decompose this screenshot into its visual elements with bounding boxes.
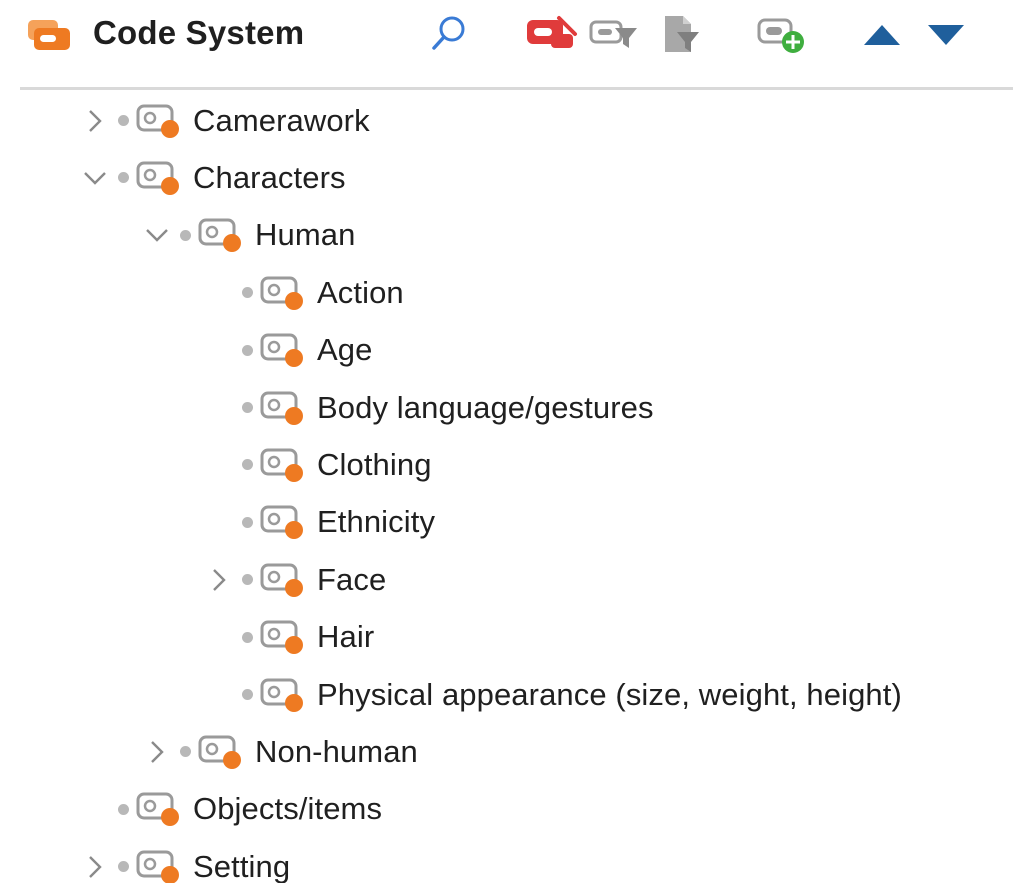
code-status-dot xyxy=(180,229,191,241)
tree-item-label: Body language/gestures xyxy=(317,389,654,425)
code-icon xyxy=(260,563,303,597)
code-status-dot xyxy=(118,861,129,873)
tree-item-objects-items[interactable]: Objects/items xyxy=(78,781,382,838)
code-icon xyxy=(136,161,179,195)
search-button[interactable] xyxy=(424,10,474,58)
tree-item-label: Characters xyxy=(193,159,346,195)
tree-item-label: Physical appearance (size, weight, heigh… xyxy=(317,676,902,712)
tree-item-label: Clothing xyxy=(317,446,432,482)
code-system-header: Code System xyxy=(0,0,1033,80)
document-filter-button[interactable] xyxy=(656,10,704,58)
code-status-dot xyxy=(118,172,129,184)
chevron-right-icon[interactable] xyxy=(140,732,174,772)
tree-item-clothing[interactable]: Clothing xyxy=(202,436,432,493)
tree-item-label: Setting xyxy=(193,848,291,883)
code-status-dot xyxy=(118,115,129,126)
code-filter-button[interactable] xyxy=(586,10,644,58)
chevron-down-icon[interactable] xyxy=(140,215,174,255)
header-divider xyxy=(20,87,1013,90)
tree-item-hair[interactable]: Hair xyxy=(202,609,374,666)
tree-item-human[interactable]: Human xyxy=(140,207,355,264)
code-icon xyxy=(136,850,179,883)
code-icon xyxy=(198,218,241,253)
chevron-right-icon[interactable] xyxy=(78,101,112,141)
code-status-dot xyxy=(242,344,253,356)
code-status-dot xyxy=(242,631,253,643)
code-status-dot xyxy=(180,746,191,758)
code-icon xyxy=(136,104,179,138)
code-status-dot xyxy=(242,287,253,299)
move-up-button[interactable] xyxy=(856,10,908,58)
chevron-down-icon[interactable] xyxy=(78,158,112,198)
tree-item-label: Face xyxy=(317,561,387,597)
move-down-button[interactable] xyxy=(920,10,972,58)
filter-document-icon xyxy=(665,16,699,52)
tree-item-label: Non-human xyxy=(255,733,418,769)
code-status-dot xyxy=(242,574,253,586)
code-icon xyxy=(260,276,303,310)
code-status-dot xyxy=(242,459,253,471)
tree-item-physical-appearance-size-weight-height[interactable]: Physical appearance (size, weight, heigh… xyxy=(202,666,902,723)
tree-item-characters[interactable]: Characters xyxy=(78,149,346,206)
new-code-button[interactable] xyxy=(754,10,812,58)
tree-item-label: Age xyxy=(317,332,373,368)
code-icon xyxy=(198,735,241,769)
code-icon xyxy=(260,620,303,655)
code-tree: Camerawork Characters Human Action Age B… xyxy=(0,92,1033,883)
triangle-down-icon xyxy=(928,25,964,45)
code-icon xyxy=(260,678,303,712)
tree-item-body-language-gestures[interactable]: Body language/gestures xyxy=(202,379,654,436)
tree-item-label: Camerawork xyxy=(193,102,370,138)
code-icon xyxy=(136,792,179,827)
code-status-dot xyxy=(242,689,253,700)
code-status-dot xyxy=(118,803,129,815)
chevron-right-icon[interactable] xyxy=(78,847,112,883)
panel-title: Code System xyxy=(93,14,305,51)
tree-item-label: Objects/items xyxy=(193,791,383,827)
triangle-up-icon xyxy=(864,25,900,45)
code-icon xyxy=(260,333,303,368)
code-status-dot xyxy=(242,516,253,528)
tree-item-ethnicity[interactable]: Ethnicity xyxy=(202,494,435,551)
tree-item-label: Human xyxy=(255,217,356,253)
tree-item-age[interactable]: Age xyxy=(202,322,372,379)
tree-item-label: Hair xyxy=(317,619,375,655)
tree-item-setting[interactable]: Setting xyxy=(78,838,290,883)
chevron-right-icon[interactable] xyxy=(202,560,236,600)
code-icon xyxy=(260,505,303,540)
code-status-dot xyxy=(242,402,253,413)
tree-item-action[interactable]: Action xyxy=(202,264,404,321)
activate-codes-icon xyxy=(527,16,577,48)
code-icon xyxy=(260,391,303,425)
tree-item-label: Ethnicity xyxy=(317,504,436,540)
activate-codes-button[interactable] xyxy=(522,10,580,58)
filter-code-icon xyxy=(589,20,637,48)
tree-item-non-human[interactable]: Non-human xyxy=(140,723,418,780)
code-system-panel: Code System Camerawork Characters Human … xyxy=(0,0,1033,883)
code-system-icon xyxy=(28,20,70,50)
search-icon xyxy=(432,16,465,50)
tree-item-face[interactable]: Face xyxy=(202,551,386,608)
add-code-icon xyxy=(757,18,804,53)
code-icon xyxy=(260,448,303,482)
tree-item-camerawork[interactable]: Camerawork xyxy=(78,92,370,149)
tree-item-label: Action xyxy=(317,274,404,310)
